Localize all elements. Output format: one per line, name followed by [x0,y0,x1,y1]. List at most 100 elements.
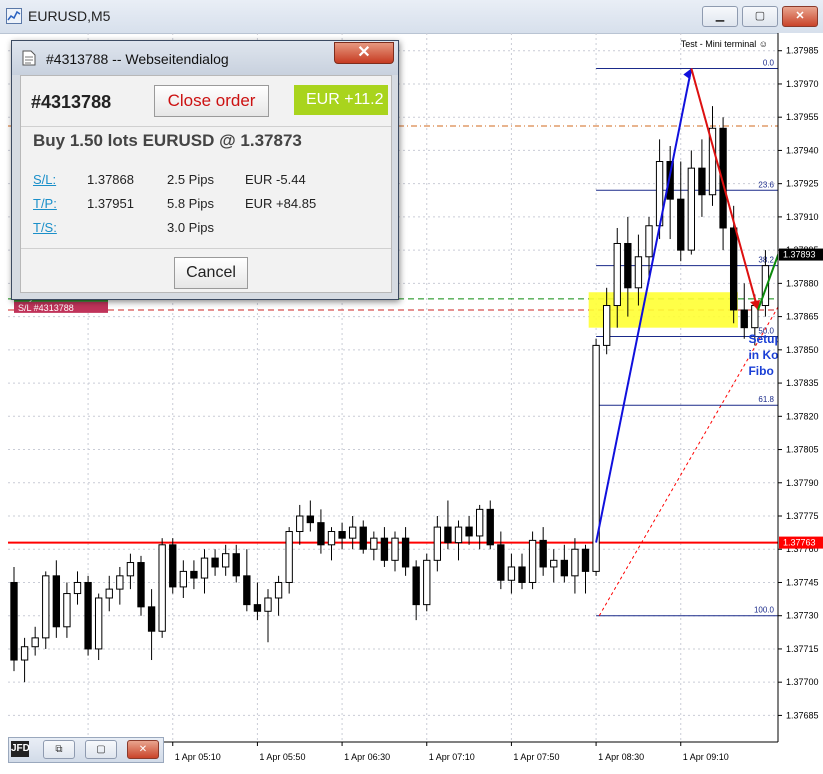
y-tick-label: 1.37970 [786,79,819,89]
minimize-button[interactable]: ▁ [702,6,738,27]
candle-body [444,526,452,544]
fib-level-label: 38.2 [758,256,774,265]
candle-body [560,559,569,577]
y-tick-label: 1.37745 [786,577,819,587]
y-tick-label: 1.37850 [786,345,819,355]
candle-body [401,537,410,568]
candle-body [528,539,537,583]
candle-body [105,588,113,599]
mini-close-button[interactable]: ✕ [127,740,159,759]
candle-body [550,559,558,568]
candle-body [338,531,346,539]
fib-level-label: 100.0 [754,606,775,615]
candle-body [454,526,463,544]
candle-body [126,562,135,577]
candle-body [412,566,420,606]
y-tick-label: 1.37730 [786,611,819,621]
candle-body [274,581,283,599]
entry-zone [588,292,738,328]
window-title: EURUSD,M5 [28,8,111,24]
divider [21,248,391,249]
y-tick-label: 1.37985 [786,46,819,56]
jfd-logo: JFD [11,741,30,757]
candle-body [359,526,367,550]
profit-badge: EUR +11.2 [294,85,388,115]
candle-body [687,167,696,251]
y-tick-label: 1.37940 [786,145,819,155]
y-tick-label: 1.37880 [786,278,819,288]
take-profit-link[interactable]: T/P: [33,196,57,211]
x-tick-label: 1 Apr 07:10 [429,752,475,762]
candle-body [200,557,209,579]
stop-loss-pips: 2.5 Pips [167,172,214,187]
stop-loss-row: S/L: 1.37868 2.5 Pips EUR -5.44 [33,172,383,190]
candle-body [158,544,166,632]
candle-body [677,198,685,251]
candle-body [84,581,92,650]
mini-maximize-button[interactable]: ▢ [85,740,117,759]
dialog-body: #4313788 Close order EUR +11.2 Buy 1.50 … [20,75,392,293]
stop-loss-link[interactable]: S/L: [33,172,56,187]
candle-body [391,537,399,561]
candle-body [221,553,230,568]
price-axis-area [778,33,823,769]
candle-body [475,508,484,537]
candle-body [571,548,579,577]
y-tick-label: 1.37820 [786,411,819,421]
minimized-window-bar[interactable]: JFD ⧉ ▢ ✕ [8,737,164,763]
maximize-button[interactable]: ▢ [742,6,778,27]
candle-body [73,581,82,595]
candle-body [602,305,611,346]
close-order-button[interactable]: Close order [154,85,269,117]
candle-body [94,597,103,650]
candle-body [243,575,251,606]
candle-body [20,646,29,661]
candle-body [634,256,643,289]
candle-body [518,566,526,583]
document-icon [22,50,36,66]
take-profit-pips: 5.8 Pips [167,196,214,211]
order-dialog[interactable]: #4313788 -- Webseitendialog ✕ #4313788 C… [11,40,399,300]
candle-body [380,537,389,561]
candle-body [137,562,145,608]
candle-body [624,242,632,289]
candle-body [232,553,240,577]
fib-level-label: 23.6 [758,180,774,189]
window-titlebar[interactable]: EURUSD,M5 ▁ ▢ ✕ [0,0,823,34]
candle-body [285,531,293,583]
fib-level-label: 0.0 [763,58,775,67]
trailing-stop-link[interactable]: T/S: [33,220,57,235]
candle-body [116,575,124,590]
restore-button[interactable]: ⧉ [43,740,75,759]
candle-body [539,539,547,568]
x-tick-label: 1 Apr 05:50 [259,752,305,762]
candle-body [169,544,177,588]
candle-body [147,606,156,632]
take-profit-money: EUR +84.85 [245,196,317,211]
fib-level-label: 61.8 [758,395,774,404]
window-close-button[interactable]: ✕ [782,6,818,27]
impulse-arrowhead [683,68,692,80]
dialog-titlebar[interactable]: #4313788 -- Webseitendialog ✕ [12,41,398,75]
order-summary: Buy 1.50 lots EURUSD @ 1.37873 [33,131,302,150]
candle-body [179,570,188,588]
candle-body [507,566,516,581]
candle-body [31,637,39,648]
candle-body [698,167,706,196]
y-tick-label: 1.37775 [786,511,819,521]
y-tick-label: 1.37910 [786,212,819,222]
sl-order-label: S/L #4313788 [18,303,74,313]
y-tick-label: 1.37865 [786,312,819,322]
candle-body [253,604,262,612]
x-tick-label: 1 Apr 07:50 [513,752,559,762]
y-tick-label: 1.37700 [786,677,819,687]
divider [21,126,391,127]
dialog-close-button[interactable]: ✕ [334,42,394,64]
cancel-button[interactable]: Cancel [174,257,248,289]
y-tick-label: 1.37685 [786,710,819,720]
candle-body [348,526,357,539]
current-price-label: 1.37893 [783,250,816,260]
y-tick-label: 1.37790 [786,478,819,488]
take-profit-row: T/P: 1.37951 5.8 Pips EUR +84.85 [33,196,383,214]
candle-body [370,537,378,550]
